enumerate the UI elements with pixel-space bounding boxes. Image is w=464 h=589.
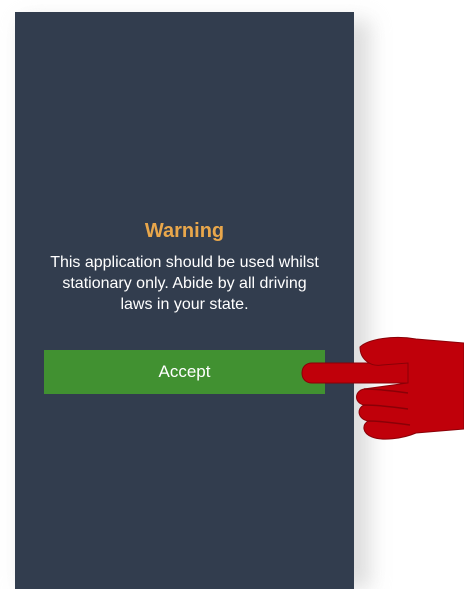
accept-button[interactable]: Accept <box>44 350 325 394</box>
warning-title: Warning <box>144 220 225 242</box>
warning-message: This application should be used whilst s… <box>50 254 319 313</box>
phone-screen: Warning This application should be used … <box>15 12 354 589</box>
pointing-hand-icon <box>301 336 464 440</box>
